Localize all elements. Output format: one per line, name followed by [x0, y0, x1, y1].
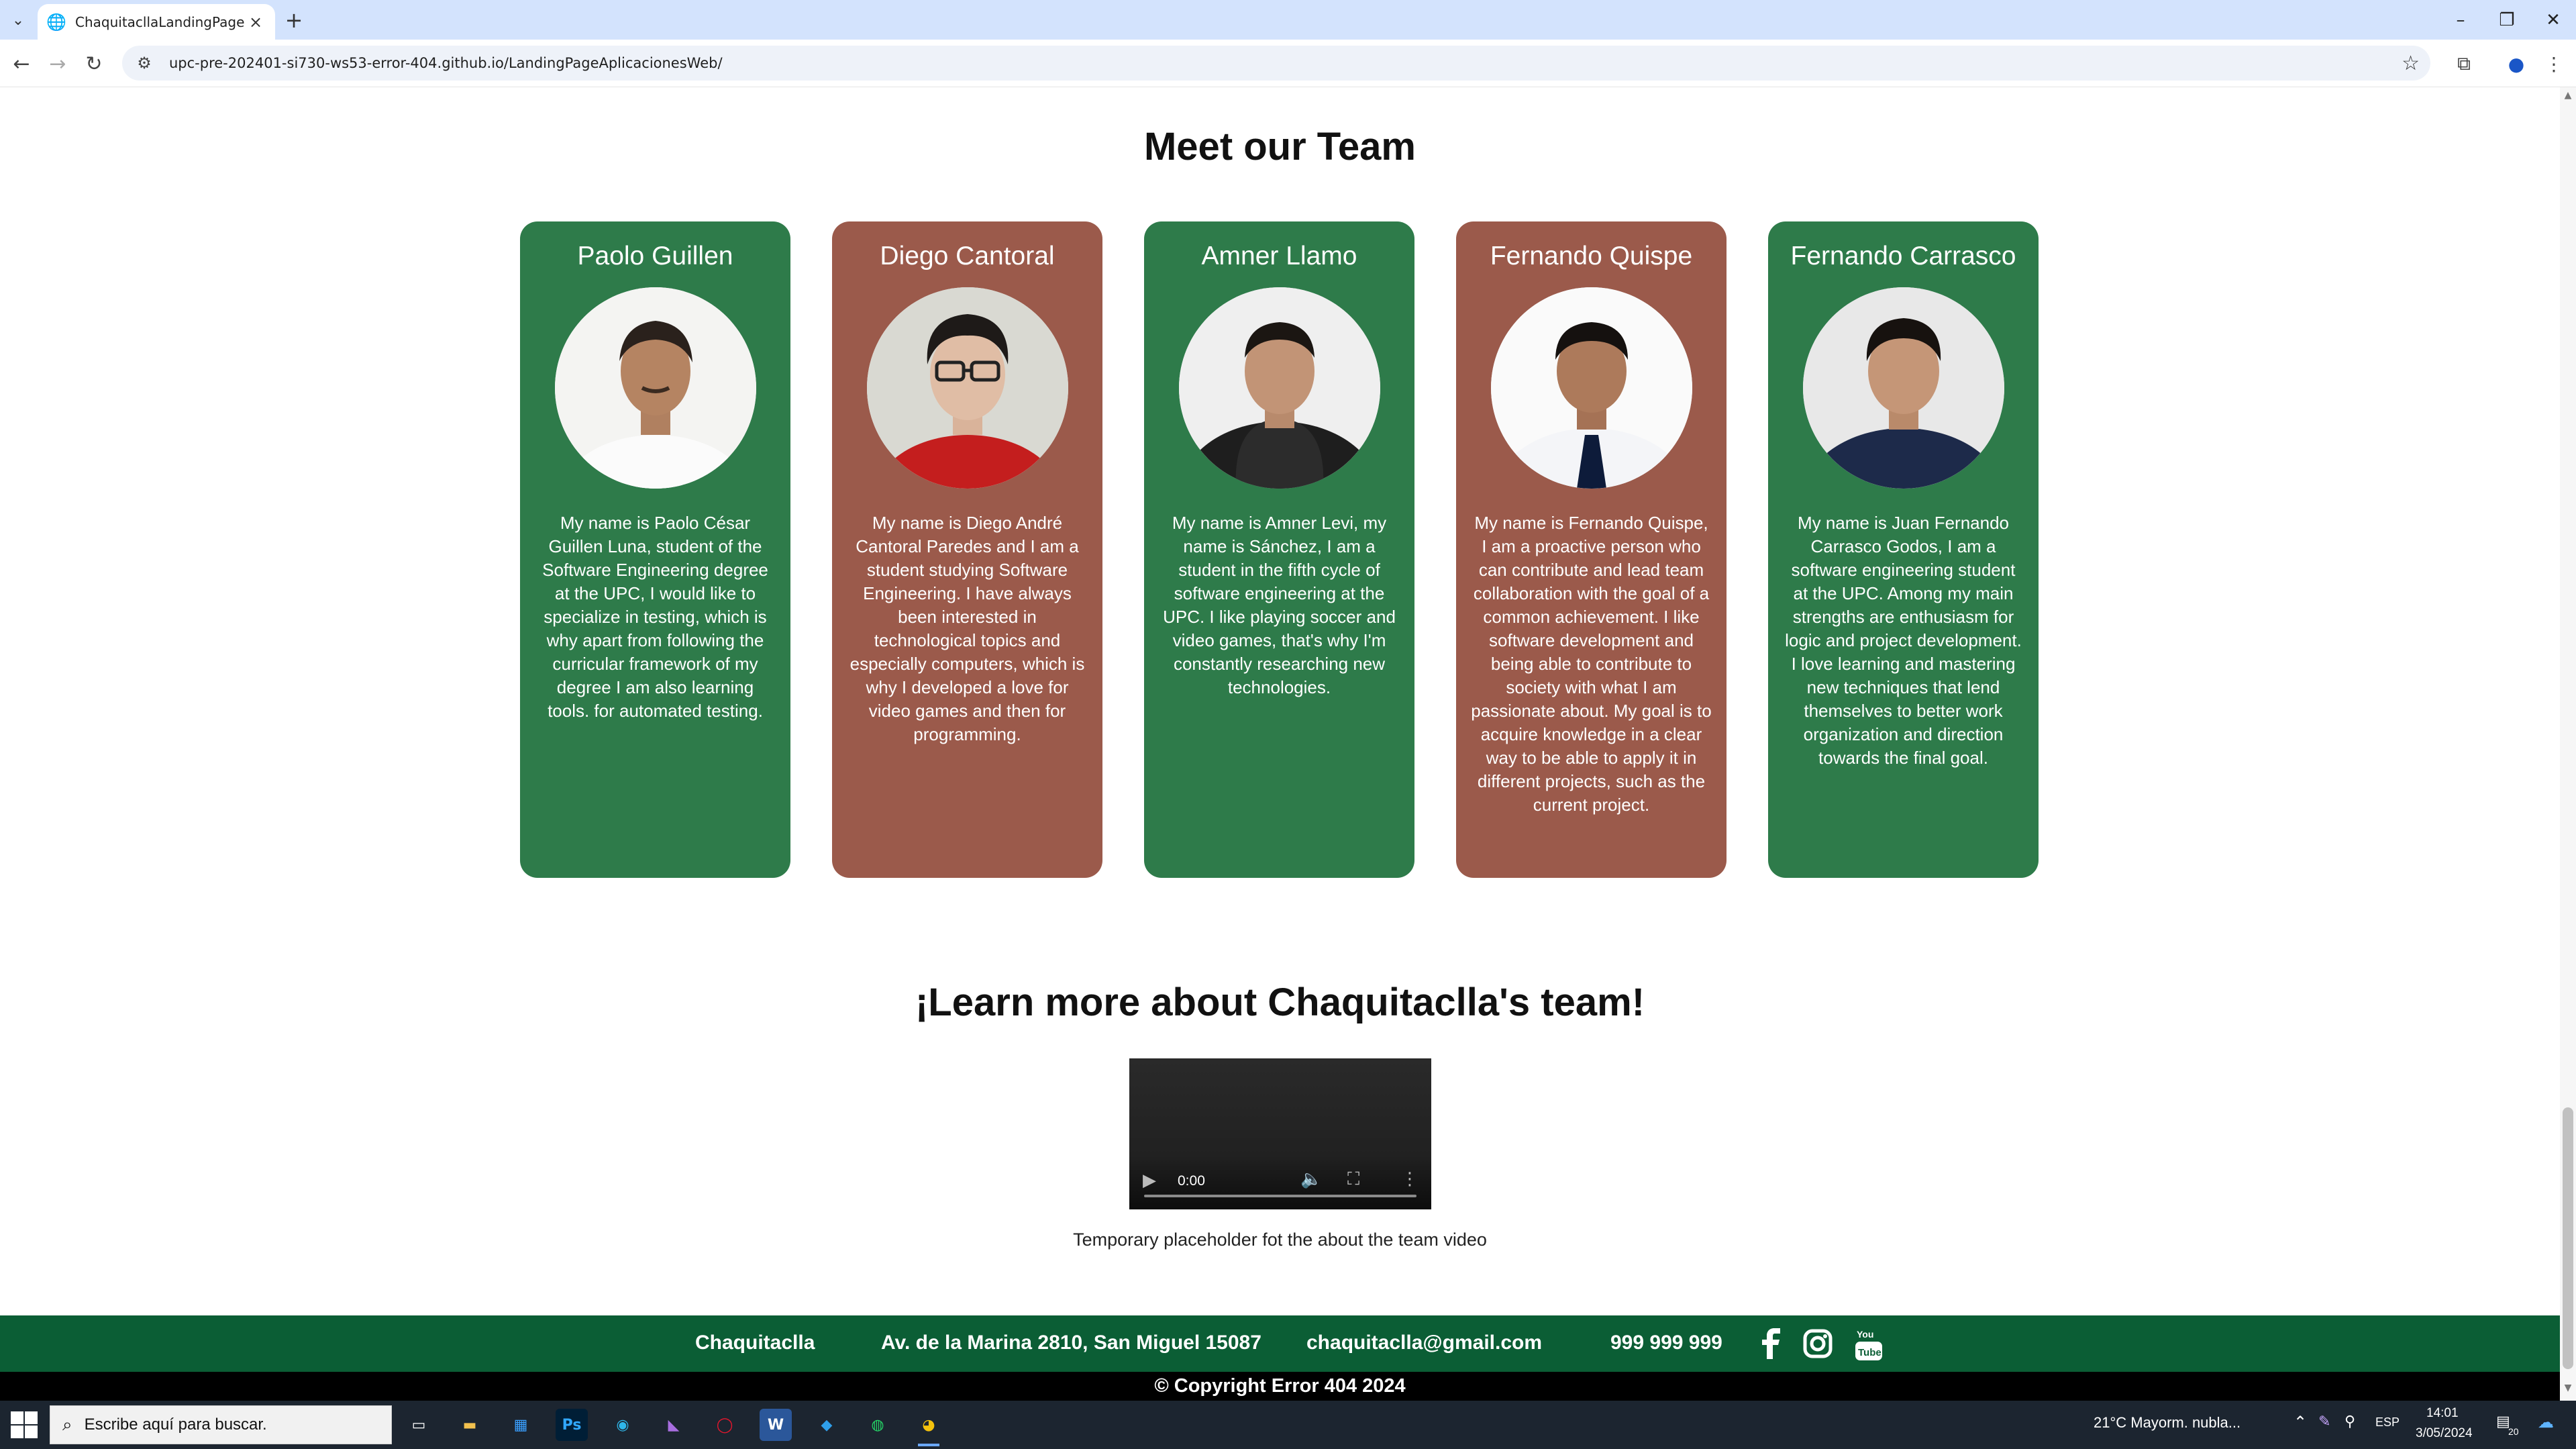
- windows-start-icon[interactable]: [9, 1410, 39, 1440]
- minimize-button[interactable]: –: [2440, 5, 2481, 35]
- weather-widget[interactable]: 21°C Mayorm. nubla...: [2094, 1414, 2240, 1432]
- avatar: [1490, 287, 1692, 489]
- member-bio: My name is Diego André Cantoral Paredes …: [849, 513, 1085, 744]
- video-time: 0:00: [1178, 1173, 1205, 1189]
- whatsapp-icon[interactable]: ◍: [862, 1409, 894, 1441]
- scroll-down-icon[interactable]: ▼: [2561, 1383, 2575, 1396]
- bookmark-star-icon[interactable]: ☆: [2402, 52, 2420, 75]
- site-info-icon[interactable]: ⚙: [133, 52, 156, 74]
- team-card-fernando-q: Fernando Quispe My name is Fernando Quis…: [1456, 221, 1727, 878]
- facebook-icon[interactable]: [1753, 1325, 1790, 1362]
- tab-strip: ⌄ 🌐 ChaquitacllaLandingPage × + – ❐ ✕: [0, 0, 2576, 40]
- video-caption: Temporary placeholder fot the about the …: [1073, 1230, 1487, 1250]
- network-icon[interactable]: ⚲: [2345, 1413, 2355, 1430]
- search-icon: ⌕: [62, 1414, 72, 1435]
- footer-email[interactable]: chaquitaclla@gmail.com: [1306, 1332, 1542, 1354]
- vscode-icon[interactable]: ◆: [811, 1409, 843, 1441]
- member-name: Amner Llamo: [1201, 242, 1357, 270]
- store-icon[interactable]: ▦: [505, 1409, 537, 1441]
- team-card-fernando-c: Fernando Carrasco My name is Juan Fernan…: [1768, 221, 2039, 878]
- browser-toolbar: ← → ↻ ⚙ upc-pre-202401-si730-ws53-error-…: [0, 40, 2576, 87]
- member-bio: My name is Amner Levi, my name is Sánche…: [1163, 513, 1396, 697]
- member-bio: My name is Juan Fernando Carrasco Godos,…: [1785, 513, 2022, 768]
- footer: Chaquitaclla Av. de la Marina 2810, San …: [0, 1315, 2560, 1372]
- forward-arrow-icon[interactable]: →: [44, 50, 71, 77]
- opera-icon[interactable]: ◯: [709, 1409, 741, 1441]
- team-card-paolo: Paolo Guillen My name is Paolo César Gui…: [520, 221, 790, 878]
- close-window-button[interactable]: ✕: [2533, 5, 2573, 35]
- video-controls: ▶ 0:00 🔈 ⛶ ⋮: [1129, 1156, 1431, 1209]
- footer-address: Av. de la Marina 2810, San Miguel 15087: [881, 1332, 1261, 1354]
- avatar: [866, 287, 1068, 489]
- close-tab-icon[interactable]: ×: [246, 12, 266, 32]
- globe-icon: 🌐: [46, 12, 66, 32]
- visual-studio-icon[interactable]: ◣: [658, 1409, 690, 1441]
- tab-search-button[interactable]: ⌄: [7, 9, 30, 32]
- svg-text:Tube: Tube: [1858, 1347, 1882, 1358]
- profile-icon[interactable]: ●: [2503, 50, 2530, 77]
- member-name: Fernando Carrasco: [1790, 242, 2016, 270]
- chrome-icon[interactable]: ◕: [913, 1409, 945, 1446]
- extensions-icon[interactable]: ⧉: [2451, 50, 2477, 77]
- weather-cloud-icon[interactable]: ☁: [2538, 1413, 2554, 1432]
- tray-chevron-icon[interactable]: ⌃: [2294, 1413, 2307, 1432]
- menu-kebab-icon[interactable]: ⋮: [2540, 50, 2567, 77]
- page-viewport: Meet our Team Paolo Guillen My name is P…: [0, 87, 2560, 1401]
- instagram-icon[interactable]: [1799, 1325, 1837, 1362]
- windows-taskbar: ⌕ Escribe aquí para buscar. ▭ ▬ ▦ Ps ◉ ◣…: [0, 1401, 2576, 1449]
- reload-icon[interactable]: ↻: [81, 50, 107, 77]
- member-name: Diego Cantoral: [880, 242, 1055, 270]
- active-tab[interactable]: 🌐 ChaquitacllaLandingPage ×: [38, 4, 275, 40]
- member-bio: My name is Paolo César Guillen Luna, stu…: [542, 513, 768, 721]
- tab-title: ChaquitacllaLandingPage: [75, 13, 245, 30]
- notifications-count: 20: [2508, 1426, 2519, 1437]
- team-section-title: Meet our Team: [1143, 125, 1416, 168]
- fullscreen-icon[interactable]: ⛶: [1347, 1169, 1359, 1190]
- member-name: Paolo Guillen: [577, 242, 733, 270]
- team-card-amner: Amner Llamo My name is Amner Levi, my na…: [1144, 221, 1414, 878]
- avatar: [554, 287, 756, 489]
- edge-icon[interactable]: ◉: [607, 1409, 639, 1441]
- video-progress-bar[interactable]: [1144, 1195, 1416, 1197]
- taskbar-search-placeholder[interactable]: Escribe aquí para buscar.: [85, 1415, 267, 1434]
- youtube-icon[interactable]: You Tube: [1850, 1325, 1888, 1362]
- photoshop-icon[interactable]: Ps: [556, 1409, 588, 1441]
- clock-time[interactable]: 14:01: [2426, 1406, 2459, 1421]
- play-icon[interactable]: ▶: [1143, 1170, 1156, 1191]
- team-video-player[interactable]: ▶ 0:00 🔈 ⛶ ⋮: [1129, 1058, 1431, 1209]
- footer-brand: Chaquitaclla: [695, 1332, 815, 1354]
- volume-icon[interactable]: 🔈: [1300, 1169, 1322, 1189]
- more-options-icon[interactable]: ⋮: [1401, 1169, 1419, 1189]
- avatar: [1802, 287, 2004, 489]
- scroll-up-icon[interactable]: ▲: [2561, 90, 2575, 103]
- scrollbar-thumb[interactable]: [2563, 1107, 2573, 1369]
- member-name: Fernando Quispe: [1490, 242, 1693, 270]
- word-icon[interactable]: W: [760, 1409, 792, 1441]
- file-explorer-icon[interactable]: ▬: [454, 1409, 486, 1441]
- svg-text:You: You: [1857, 1329, 1873, 1340]
- language-indicator[interactable]: ESP: [2375, 1415, 2400, 1430]
- taskbar-search[interactable]: ⌕ Escribe aquí para buscar.: [50, 1405, 392, 1444]
- task-view-icon[interactable]: ▭: [403, 1409, 435, 1441]
- team-card-diego: Diego Cantoral My name is Diego André Ca…: [832, 221, 1102, 878]
- address-bar[interactable]: ⚙ upc-pre-202401-si730-ws53-error-404.gi…: [122, 46, 2430, 81]
- new-tab-button[interactable]: +: [282, 7, 306, 33]
- team-cards: Paolo Guillen My name is Paolo César Gui…: [520, 221, 2039, 878]
- url-text[interactable]: upc-pre-202401-si730-ws53-error-404.gith…: [169, 55, 723, 71]
- copyright: © Copyright Error 404 2024: [0, 1372, 2560, 1401]
- restore-button[interactable]: ❐: [2487, 5, 2527, 35]
- member-bio: My name is Fernando Quispe, I am a proac…: [1471, 513, 1712, 815]
- learn-more-title: ¡Learn more about Chaquitaclla's team!: [915, 981, 1645, 1024]
- avatar: [1178, 287, 1380, 489]
- footer-phone: 999 999 999: [1610, 1332, 1722, 1354]
- back-arrow-icon[interactable]: ←: [8, 50, 35, 77]
- clock-date[interactable]: 3/05/2024: [2416, 1426, 2473, 1441]
- pen-icon[interactable]: ✎: [2318, 1413, 2330, 1430]
